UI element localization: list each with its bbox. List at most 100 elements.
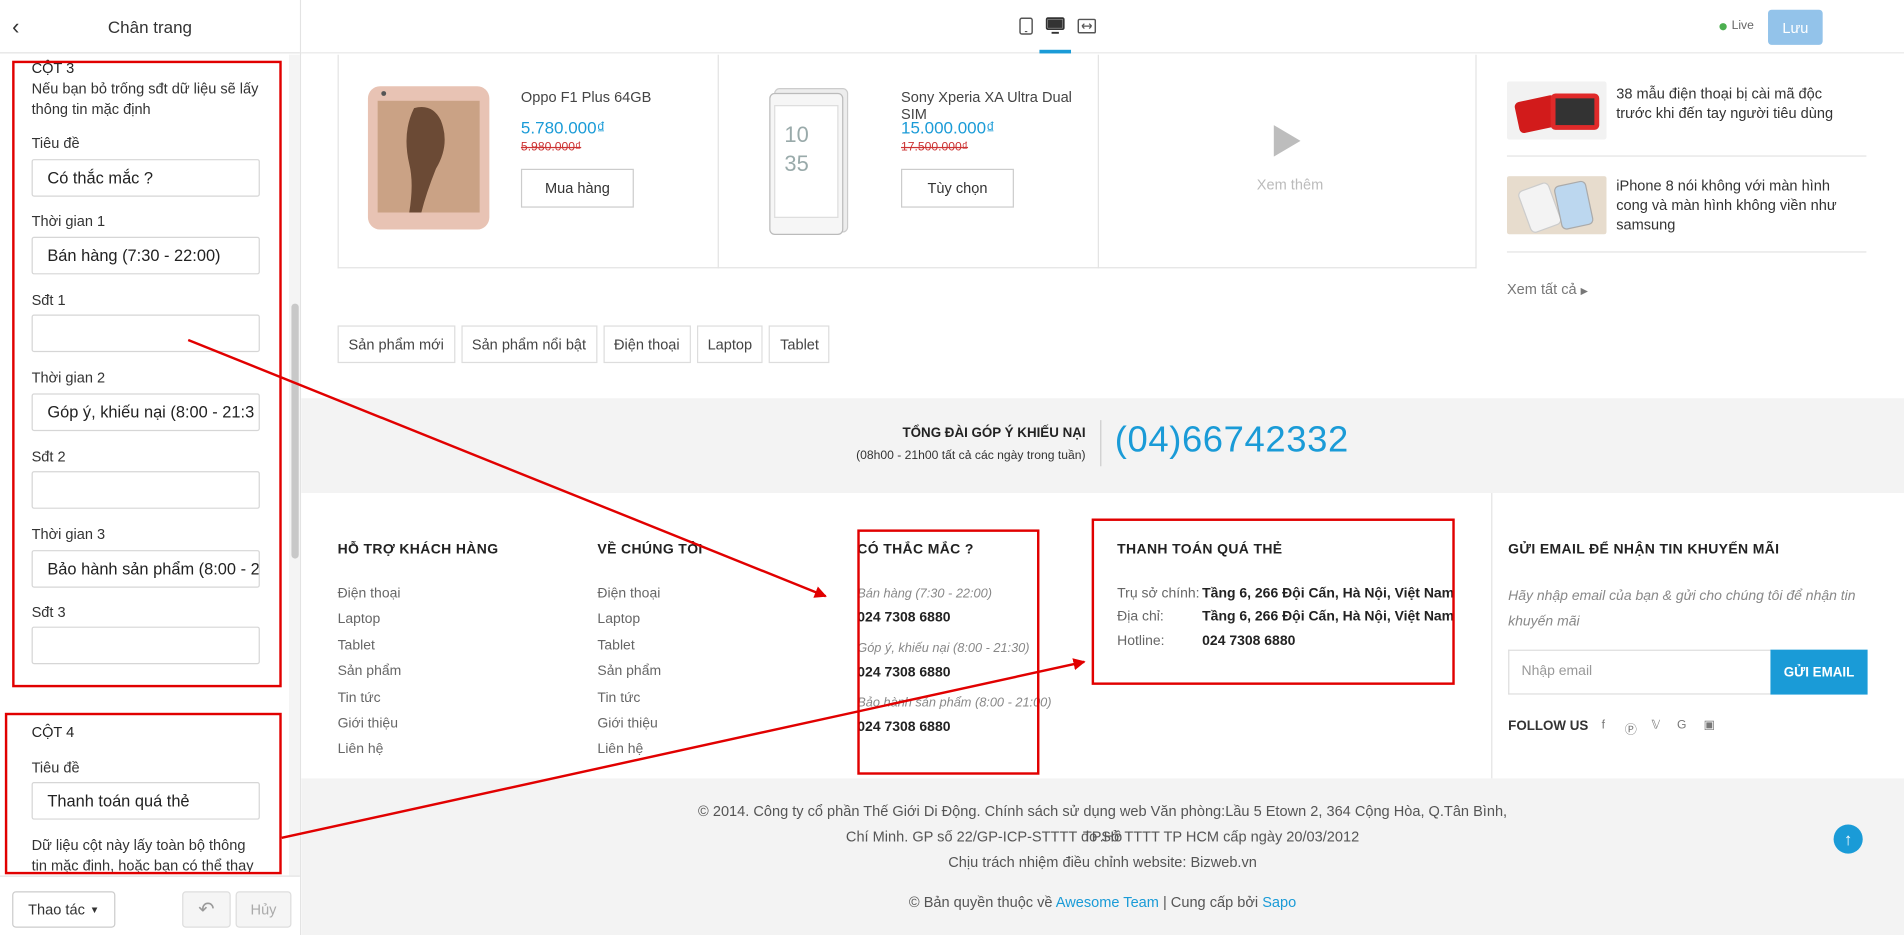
news-item[interactable]: 38 mẫu điện thoại bị cài mã độc trước kh… xyxy=(1506,69,1867,157)
time1-input[interactable]: Bán hàng (7:30 - 22:00) xyxy=(31,236,260,275)
tag-list: Sản phẩm mới Sản phẩm nổi bật Điện thoại… xyxy=(337,325,830,364)
col4-title-input[interactable]: Thanh toán quá thẻ xyxy=(31,782,260,820)
settings-sidebar: ‹ Chân trang CỘT 3 Nếu bạn bỏ trống sđt … xyxy=(0,0,302,935)
tag-featured[interactable]: Sản phẩm nổi bật xyxy=(460,325,598,364)
svg-text:10: 10 xyxy=(784,122,808,147)
tag-laptop[interactable]: Laptop xyxy=(696,325,764,364)
actions-dropdown-button[interactable]: Thao tác ▼ xyxy=(12,891,116,928)
footer-link[interactable]: Tablet xyxy=(597,639,634,654)
copyright-line: Chịu trách nhiệm điều chỉnh website: Biz… xyxy=(948,853,1257,871)
divider xyxy=(1491,493,1493,779)
twitter-icon[interactable]: 𝕍 xyxy=(1651,719,1660,732)
phone3-input[interactable] xyxy=(31,626,260,665)
awesome-team-link[interactable]: Awesome Team xyxy=(1056,894,1159,911)
footer-link[interactable]: Giới thiệu xyxy=(597,716,657,731)
sony-phone-image: 10 35 xyxy=(769,88,849,235)
support-phone[interactable]: 024 7308 6880 xyxy=(857,665,950,680)
product-name[interactable]: Oppo F1 Plus 64GB xyxy=(521,89,651,106)
cancel-button[interactable]: Hủy xyxy=(235,891,292,928)
footer-link[interactable]: Tablet xyxy=(338,639,375,654)
scroll-to-top-icon[interactable]: ↑ xyxy=(1833,824,1863,854)
instagram-icon[interactable]: ▣ xyxy=(1704,719,1715,732)
footer-link[interactable]: Tin tức xyxy=(338,691,381,706)
undo-icon: ↶ xyxy=(198,899,215,921)
time3-input[interactable]: Bảo hành sản phẩm (8:00 - 2 xyxy=(31,550,260,588)
oppo-phone-image xyxy=(367,86,490,230)
footer-link[interactable]: Sản phẩm xyxy=(597,664,661,679)
support-phone[interactable]: 024 7308 6880 xyxy=(857,611,950,626)
save-button[interactable]: Lưu xyxy=(1768,9,1823,45)
time2-input[interactable]: Góp ý, khiếu nại (8:00 - 21:3 xyxy=(31,393,260,432)
footer-link[interactable]: Giới thiệu xyxy=(338,716,398,731)
scrollbar-thumb[interactable] xyxy=(291,303,299,559)
view-all-link[interactable]: Xem tất cả ▶ xyxy=(1507,281,1588,298)
phone1-input[interactable] xyxy=(31,314,260,353)
svg-text:35: 35 xyxy=(784,151,808,176)
footer-link[interactable]: Sản phẩm xyxy=(338,664,402,679)
phone2-input[interactable] xyxy=(31,471,260,509)
google-icon[interactable]: G xyxy=(1677,719,1686,732)
sapo-link[interactable]: Sapo xyxy=(1262,894,1296,911)
caret-right-icon: ▶ xyxy=(1580,285,1589,297)
editor-topbar: Live Lưu xyxy=(301,0,1904,54)
actions-label: Thao tác xyxy=(28,901,85,919)
phone1-label: Sđt 1 xyxy=(31,291,66,309)
support-phone[interactable]: 024 7308 6880 xyxy=(857,720,950,735)
send-email-button[interactable]: GỬI EMAIL xyxy=(1770,649,1868,695)
footer-link[interactable]: Điện thoại xyxy=(597,587,660,602)
product-old-price: 5.980.000₫ xyxy=(520,140,582,155)
pinterest-icon[interactable]: Ⓟ xyxy=(1625,719,1637,737)
sidebar-title: Chân trang xyxy=(107,16,193,36)
footer-link[interactable]: Điện thoại xyxy=(338,587,401,602)
footer-link[interactable]: Tin tức xyxy=(597,691,640,706)
mobile-view-icon[interactable] xyxy=(1016,17,1035,36)
info-value: Tầng 6, 266 Đội Cấn, Hà Nội, Việt Nam xyxy=(1202,609,1455,625)
phone3-label: Sđt 3 xyxy=(31,603,66,621)
product-card[interactable]: 10 35 Sony Xperia XA Ultra Dual SIM 15.0… xyxy=(717,54,1097,269)
options-button[interactable]: Tùy chọn xyxy=(901,168,1014,208)
hotline-number[interactable]: (04)66742332 xyxy=(1115,420,1349,461)
newsletter-text: Hãy nhập email của bạn & gửi cho chúng t… xyxy=(1508,588,1856,630)
live-status: Live xyxy=(1719,19,1754,33)
col4-title-label: Tiêu đề xyxy=(31,758,80,776)
product-price: 15.000.000₫ xyxy=(901,117,995,138)
desktop-view-icon[interactable] xyxy=(1045,17,1065,36)
info-key: Địa chỉ: xyxy=(1117,609,1164,625)
see-more-label[interactable]: Xem thêm xyxy=(1257,176,1323,193)
see-more-card[interactable]: Xem thêm xyxy=(1097,54,1477,269)
info-value[interactable]: 024 7308 6880 xyxy=(1202,634,1295,649)
footer-col1-title: HỖ TRỢ KHÁCH HÀNG xyxy=(337,542,499,558)
buy-button[interactable]: Mua hàng xyxy=(520,168,634,208)
sidebar-header: ‹ Chân trang xyxy=(0,0,300,54)
time2-label: Thời gian 2 xyxy=(31,369,106,387)
tag-new-products[interactable]: Sản phẩm mới xyxy=(337,325,455,364)
back-arrow-icon[interactable]: ‹ xyxy=(12,15,31,39)
copyright-bar: © 2014. Công ty cổ phần Thế Giới Di Động… xyxy=(301,778,1904,935)
tag-phones[interactable]: Điện thoại xyxy=(603,325,691,364)
col4-note: Dữ liệu cột này lấy toàn bộ thông tin mặ… xyxy=(31,836,254,875)
news-item[interactable]: iPhone 8 nói không với màn hình cong và … xyxy=(1506,157,1867,253)
product-card[interactable]: Oppo F1 Plus 64GB 5.780.000₫ 5.980.000₫ … xyxy=(339,55,718,269)
sidebar-scrollbar[interactable] xyxy=(289,54,300,876)
footer-link[interactable]: Laptop xyxy=(338,612,381,627)
email-input[interactable]: Nhập email xyxy=(1508,649,1771,695)
footer-link[interactable]: Liên hệ xyxy=(597,742,643,757)
complaint-hotline-band: TỔNG ĐÀI GÓP Ý KHIẾU NẠI (08h00 - 21h00 … xyxy=(301,398,1904,494)
news-title[interactable]: iPhone 8 nói không với màn hình cong và … xyxy=(1616,176,1847,234)
tag-tablet[interactable]: Tablet xyxy=(769,325,830,364)
facebook-icon[interactable]: f xyxy=(1602,719,1605,732)
info-key: Hotline: xyxy=(1117,633,1165,649)
undo-button[interactable]: ↶ xyxy=(182,891,231,928)
active-view-indicator xyxy=(1039,49,1072,54)
footer-link[interactable]: Laptop xyxy=(597,612,640,627)
col3-title-input[interactable]: Có thắc mắc ? xyxy=(31,159,260,197)
footer-col4-title: THANH TOÁN QUÁ THẺ xyxy=(1117,542,1283,558)
follow-us-label: FOLLOW US xyxy=(1508,718,1589,734)
hotline-subtitle: (08h00 - 21h00 tất cả các ngày trong tuầ… xyxy=(856,449,1086,463)
play-icon xyxy=(1273,125,1301,157)
time1-label: Thời gian 1 xyxy=(31,212,106,230)
fullwidth-view-icon[interactable] xyxy=(1077,17,1097,36)
footer-col2-title: VỀ CHÚNG TÔI xyxy=(597,542,703,558)
news-title[interactable]: 38 mẫu điện thoại bị cài mã độc trước kh… xyxy=(1616,84,1847,123)
footer-link[interactable]: Liên hệ xyxy=(338,742,384,757)
